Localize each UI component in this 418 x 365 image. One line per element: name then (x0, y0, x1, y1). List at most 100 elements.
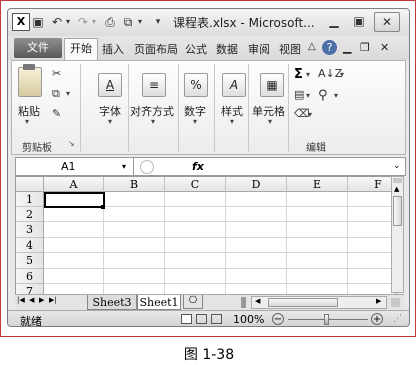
find-select-icon[interactable]: ⚲ (318, 88, 328, 103)
cells-dropdown-icon[interactable]: ▾ (268, 117, 272, 126)
font-dropdown-icon[interactable]: ▾ (108, 117, 112, 126)
normal-view-icon[interactable] (181, 314, 192, 324)
print-preview-icon[interactable]: ⎙ (102, 14, 118, 30)
tab-file[interactable]: 文件 (14, 38, 62, 58)
fill-dropdown-icon[interactable]: ▾ (306, 91, 310, 100)
align-icon[interactable]: ≡ (142, 73, 166, 97)
column-header-d[interactable]: D (226, 177, 287, 192)
tab-formulas[interactable]: 公式 (185, 41, 207, 57)
workbook-restore-button[interactable]: ❐ (360, 41, 370, 54)
tab-data[interactable]: 数据 (216, 41, 238, 57)
zoom-in-button[interactable]: + (371, 313, 383, 325)
scroll-right-icon[interactable]: ▶ (376, 297, 381, 305)
excel-app-icon[interactable]: X (12, 13, 30, 31)
number-dropdown-icon[interactable]: ▾ (193, 117, 197, 126)
styles-dropdown-icon[interactable]: ▾ (230, 117, 234, 126)
tab-split-handle[interactable] (241, 297, 246, 308)
number-icon[interactable]: % (184, 73, 208, 97)
prev-sheet-icon[interactable]: ◀ (29, 296, 34, 304)
tab-home[interactable]: 开始 (64, 38, 98, 61)
paste-icon[interactable] (18, 67, 42, 97)
page-break-view-icon[interactable] (211, 314, 222, 324)
cells-icon[interactable]: ▦ (260, 73, 284, 97)
vertical-scrollbar[interactable]: ▲ (391, 176, 404, 293)
minimize-button[interactable]: ▁ (322, 12, 346, 30)
autosum-icon[interactable]: Σ (294, 67, 303, 82)
workbook-minimize-button[interactable]: ▁ (343, 41, 351, 54)
sort-dropdown-icon[interactable]: ▾ (340, 70, 344, 79)
customize-quick-access-icon[interactable]: ▾ (152, 14, 164, 30)
horizontal-scroll-thumb[interactable] (268, 298, 338, 307)
column-header-f[interactable]: F (348, 177, 395, 192)
fill-handle[interactable] (101, 205, 105, 209)
active-cell-a1[interactable] (44, 192, 105, 208)
page-layout-view-icon[interactable] (196, 314, 207, 324)
formula-bar-handle-icon[interactable] (140, 160, 154, 174)
fill-icon[interactable]: ▤ (294, 88, 304, 101)
sheet-tab-sheet3[interactable]: Sheet3 (87, 295, 137, 310)
status-bar: 就绪 100% − + ⋰ (8, 310, 409, 326)
scroll-up-icon[interactable]: ▲ (394, 185, 399, 193)
help-icon[interactable]: ? (322, 40, 337, 55)
workbook-close-button[interactable]: ✕ (380, 41, 389, 54)
first-sheet-icon[interactable]: |◀ (17, 296, 25, 304)
maximize-button[interactable]: ▣ (347, 12, 371, 30)
split-box-horizontal[interactable] (391, 298, 400, 307)
horizontal-scrollbar[interactable]: ◀ ▶ (251, 296, 387, 309)
formula-expand-icon[interactable]: ⌄ (393, 158, 401, 175)
clipboard-launcher-icon[interactable]: ↘ (68, 139, 75, 148)
zoom-out-button[interactable]: − (272, 313, 284, 325)
tab-review[interactable]: 审阅 (248, 41, 270, 57)
insert-function-icon[interactable]: fx (192, 158, 204, 175)
copy-icon[interactable]: ⧉ (52, 87, 60, 101)
row-header-6[interactable]: 6 (16, 269, 44, 284)
split-box-vertical[interactable] (393, 178, 402, 183)
gridline (347, 192, 348, 294)
tab-view[interactable]: 视图 (279, 41, 301, 57)
row-header-3[interactable]: 3 (16, 222, 44, 238)
name-box-dropdown-icon[interactable]: ▾ (122, 158, 126, 175)
row-header-4[interactable]: 4 (16, 238, 44, 253)
formula-input[interactable] (210, 158, 390, 175)
font-icon[interactable]: A (98, 73, 122, 97)
resize-grip-icon[interactable]: ⋰ (393, 314, 402, 324)
last-sheet-icon[interactable]: ▶| (49, 296, 57, 304)
cut-icon[interactable]: ✂ (52, 67, 61, 80)
redo-dropdown-icon[interactable]: ▾ (90, 14, 98, 30)
open-icon[interactable]: ⧉ (120, 14, 136, 30)
undo-icon[interactable]: ↶ (50, 14, 64, 30)
paste-dropdown-icon[interactable]: ▾ (25, 117, 29, 126)
next-sheet-icon[interactable]: ▶ (39, 296, 44, 304)
sort-filter-icon[interactable]: A↓Z (318, 67, 342, 80)
row-header-2[interactable]: 2 (16, 207, 44, 222)
align-dropdown-icon[interactable]: ▾ (151, 117, 155, 126)
zoom-level[interactable]: 100% (233, 313, 264, 326)
column-header-c[interactable]: C (165, 177, 226, 192)
insert-sheet-icon[interactable]: ⎔ (183, 295, 203, 309)
row-header-1[interactable]: 1 (16, 192, 44, 207)
open-dropdown-icon[interactable]: ▾ (136, 14, 144, 30)
tab-page-layout[interactable]: 页面布局 (134, 41, 178, 57)
column-header-e[interactable]: E (287, 177, 348, 192)
column-header-a[interactable]: A (44, 177, 104, 192)
tab-insert[interactable]: 插入 (102, 41, 124, 57)
format-painter-icon[interactable]: ✎ (52, 107, 61, 120)
scroll-left-icon[interactable]: ◀ (255, 297, 260, 305)
column-header-b[interactable]: B (104, 177, 165, 192)
zoom-slider-thumb[interactable] (324, 314, 329, 325)
select-all-button[interactable] (16, 177, 44, 192)
find-dropdown-icon[interactable]: ▾ (334, 91, 338, 100)
styles-icon[interactable]: A (222, 73, 246, 97)
clear-dropdown-icon[interactable]: ▾ (308, 110, 312, 119)
redo-icon[interactable]: ↷ (76, 14, 90, 30)
save-icon[interactable]: ▣ (32, 14, 44, 30)
row-header-5[interactable]: 5 (16, 253, 44, 269)
copy-dropdown-icon[interactable]: ▾ (66, 89, 70, 98)
scroll-thumb[interactable] (393, 196, 402, 226)
autosum-dropdown-icon[interactable]: ▾ (306, 70, 310, 79)
close-button[interactable]: ✕ (374, 12, 400, 32)
sheet-tab-sheet1[interactable]: Sheet1 (137, 295, 181, 310)
ribbon-collapse-icon[interactable]: △ (308, 41, 316, 52)
undo-dropdown-icon[interactable]: ▾ (64, 14, 72, 30)
name-box[interactable]: A1 ▾ (16, 158, 134, 175)
